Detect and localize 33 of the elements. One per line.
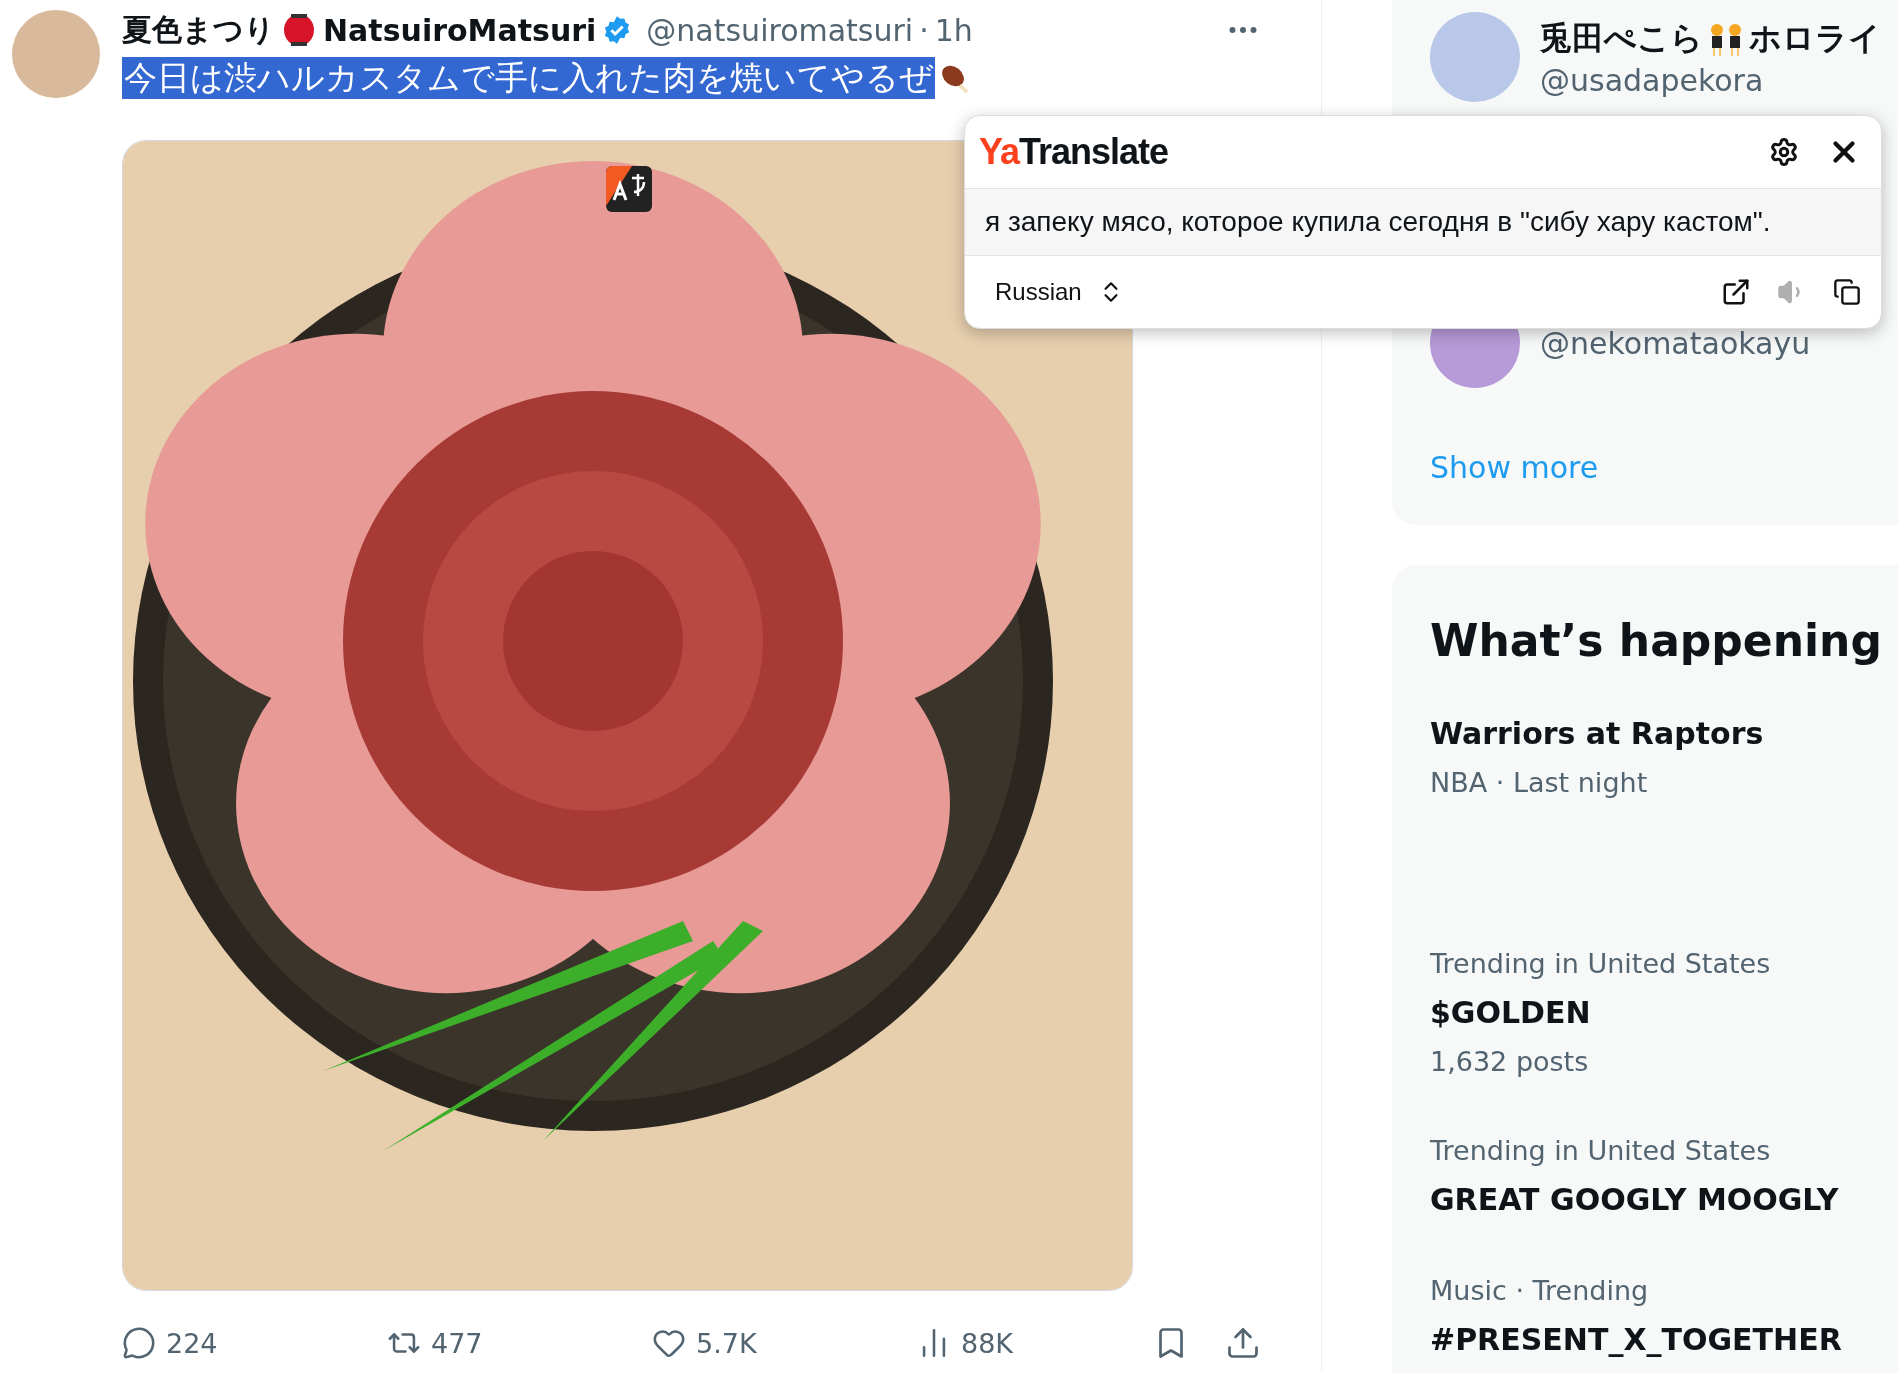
translation-text: я запеку мясо, которое купила сегодня в "сибу хару кастом". bbox=[985, 206, 1771, 238]
trend-context: Trending in United States bbox=[1430, 1135, 1772, 1166]
trend-title[interactable]: $GOLDEN bbox=[1430, 995, 1898, 1030]
separator-dot: · bbox=[919, 12, 929, 48]
copy-icon[interactable] bbox=[1833, 278, 1861, 306]
lantern-icon bbox=[281, 12, 317, 48]
language-select[interactable]: Russian bbox=[995, 278, 1124, 306]
trend-context: Music · Trending bbox=[1430, 1275, 1650, 1306]
author-name[interactable]: 夏色まつり bbox=[122, 9, 275, 51]
author-name-latin[interactable]: NatsuiroMatsuri bbox=[323, 12, 597, 48]
user-handle[interactable]: @usadapekora bbox=[1540, 62, 1881, 98]
trend-context: NBA · Last night bbox=[1430, 767, 1649, 798]
post-time[interactable]: 1h bbox=[934, 12, 973, 48]
app-logo: YaTranslate bbox=[979, 131, 1169, 173]
views-button[interactable]: 88K bbox=[917, 1326, 1047, 1360]
repost-button[interactable]: 477 bbox=[387, 1326, 652, 1360]
translate-icon[interactable] bbox=[606, 165, 652, 212]
author-handle[interactable]: @natsuiromatsuri bbox=[646, 12, 914, 48]
share-icon[interactable] bbox=[1225, 1325, 1261, 1361]
trend-title[interactable]: #PRESENT_X_TOGETHER bbox=[1430, 1322, 1898, 1357]
reply-icon bbox=[122, 1326, 156, 1360]
section-title: What’s happening bbox=[1430, 615, 1883, 666]
tweet-text: 今日は渋ハルカスタムで手に入れた肉を焼いてやるぜ bbox=[122, 57, 935, 99]
external-link-icon[interactable] bbox=[1721, 277, 1751, 307]
post-count: 1,632 posts bbox=[1430, 1046, 1590, 1077]
reply-button[interactable]: 224 bbox=[122, 1326, 387, 1360]
trend-title[interactable]: Warriors at Raptors bbox=[1430, 716, 1898, 751]
trend-context: Trending in United States bbox=[1430, 948, 1772, 979]
like-button[interactable]: 5.7K bbox=[652, 1326, 917, 1360]
trend-title[interactable]: GREAT GOOGLY MOOGLY bbox=[1430, 1182, 1898, 1217]
user-name[interactable]: 兎田ぺこら ホロライ bbox=[1540, 16, 1881, 61]
settings-icon[interactable] bbox=[1769, 137, 1799, 167]
user-handle[interactable]: @nekomataokayu bbox=[1540, 325, 1811, 361]
